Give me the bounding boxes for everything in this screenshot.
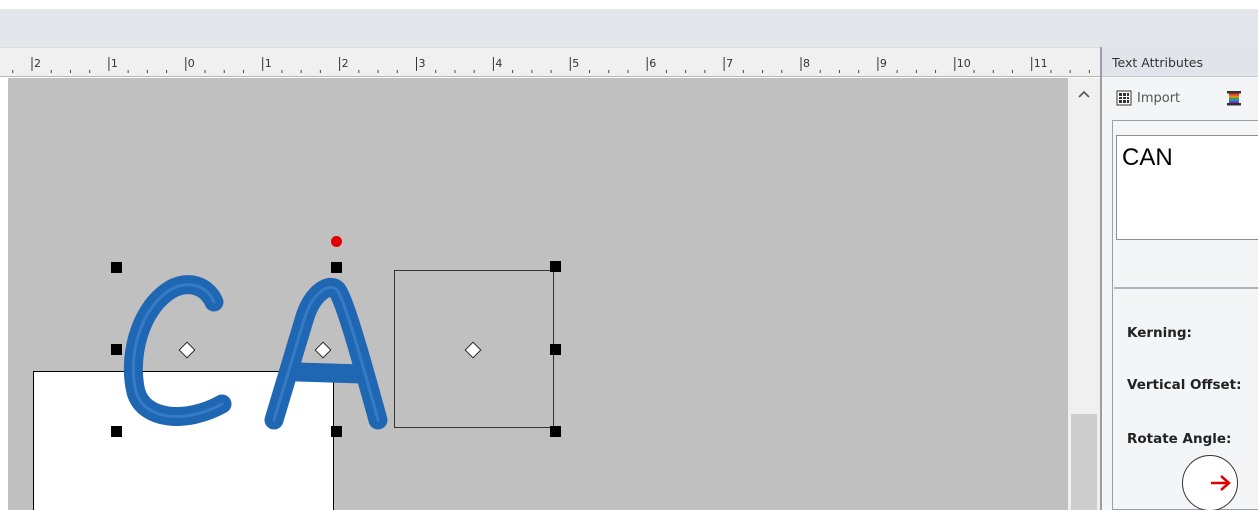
- vertical-scrollbar[interactable]: [1068, 78, 1100, 510]
- scrollbar-thumb[interactable]: [1071, 414, 1097, 510]
- rotate-angle-dial[interactable]: [1182, 455, 1238, 510]
- embroidery-text[interactable]: [123, 275, 388, 430]
- text-attributes-panel: Text Attributes Import CAN Kerning: Vert…: [1102, 47, 1258, 510]
- frame-handle-middle-right[interactable]: [550, 344, 561, 355]
- rotation-handle[interactable]: [331, 236, 342, 247]
- letter-c[interactable]: [123, 275, 232, 426]
- scroll-up-icon[interactable]: [1074, 84, 1094, 104]
- resize-handle-bottom-right[interactable]: [331, 426, 342, 437]
- resize-handle-middle-left[interactable]: [111, 344, 122, 355]
- thread-spool-icon[interactable]: [1226, 90, 1242, 106]
- kerning-label: Kerning:: [1127, 325, 1192, 341]
- resize-handle-bottom-left[interactable]: [111, 426, 122, 437]
- vertical-offset-label: Vertical Offset:: [1127, 377, 1242, 393]
- rotate-arrow-icon: [1211, 475, 1231, 491]
- import-button[interactable]: Import: [1116, 88, 1180, 108]
- resize-handle-top-left[interactable]: [111, 262, 122, 273]
- resize-handle-top-right[interactable]: [331, 262, 342, 273]
- panel-title: Text Attributes: [1102, 47, 1258, 77]
- frame-handle-bottom-right[interactable]: [550, 426, 561, 437]
- embroidery-letters[interactable]: CA: [0, 0, 1068, 510]
- panel-toolbar: Import: [1102, 78, 1258, 114]
- frame-handle-top-right[interactable]: [550, 261, 561, 272]
- section-divider: [1114, 287, 1258, 289]
- text-input[interactable]: CAN: [1116, 135, 1258, 240]
- rotate-angle-label: Rotate Angle:: [1127, 431, 1232, 447]
- import-label: Import: [1137, 90, 1181, 106]
- import-icon: [1116, 90, 1132, 106]
- letter-a-crossbar[interactable]: [288, 362, 372, 384]
